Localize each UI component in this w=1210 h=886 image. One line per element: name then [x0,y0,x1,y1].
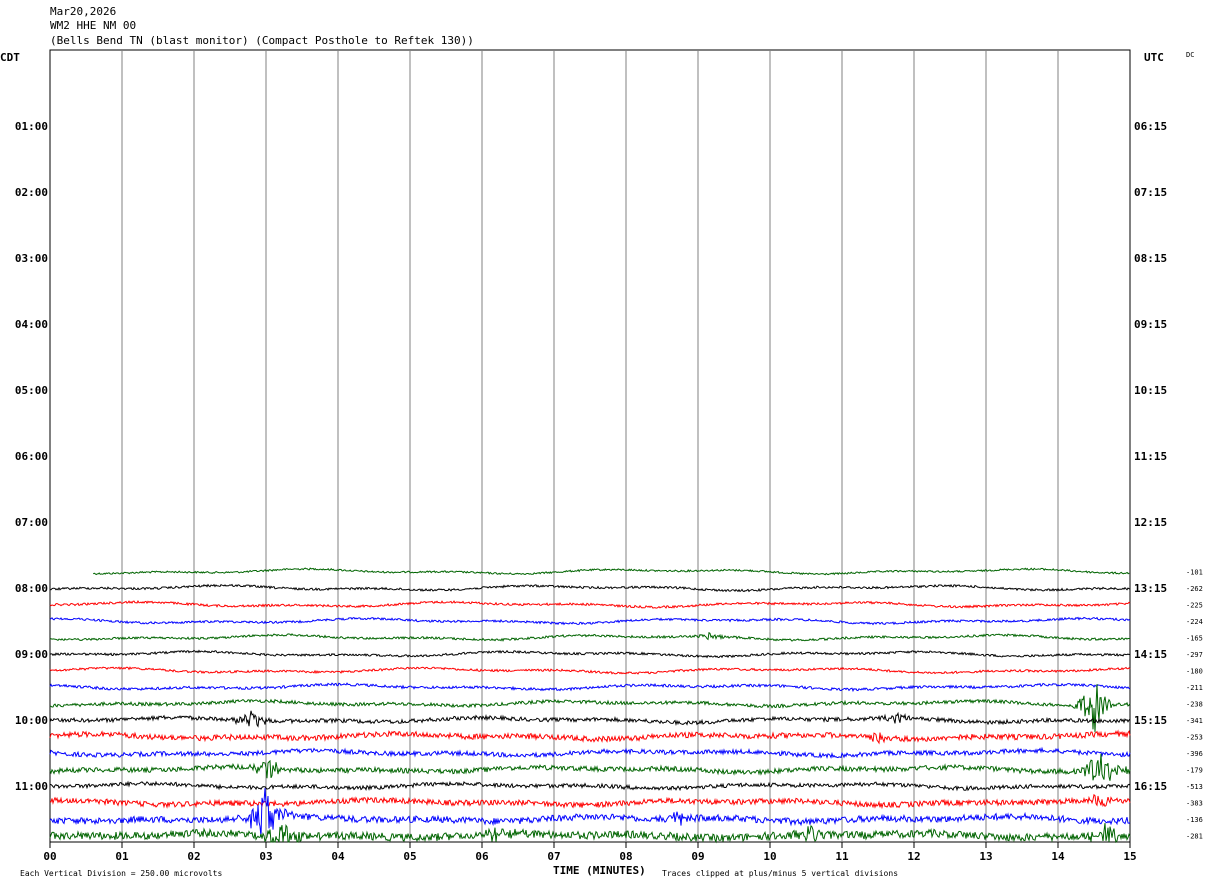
trace-offset-label: -281 [1186,833,1203,841]
x-tick-label: 11 [835,850,849,863]
trace-11:45 [49,822,1131,844]
right-time-labels: 06:15 07:15 08:15 09:15 10:15 11:15 12:15 13:15… [1134,120,1167,793]
left-time-label: 07:00 [15,516,48,529]
right-timezone-label: UTC [1144,51,1164,64]
left-time-label: 03:00 [15,252,48,265]
right-time-label: 08:15 [1134,252,1167,265]
x-tick-label: 14 [1051,850,1065,863]
left-time-label: 11:00 [15,780,48,793]
left-time-label: 02:00 [15,186,48,199]
trace-offset-label: -383 [1186,800,1203,808]
right-time-label: 15:15 [1134,714,1167,727]
trace-09:00 [49,649,1131,659]
x-tick-label: 08 [619,850,632,863]
x-tick-label: 12 [907,850,920,863]
left-time-label: 04:00 [15,318,48,331]
trace-offset-label: -297 [1186,651,1203,659]
left-time-label: 06:00 [15,450,48,463]
x-tick-label: 02 [187,850,200,863]
trace-09:45 [49,684,1131,733]
trace-offset-label: -224 [1186,618,1203,626]
trace-08:30 [49,616,1131,626]
trace-08:45 [49,631,1131,642]
trace-11:15 [49,793,1131,810]
x-tick-label: 03 [259,850,272,863]
clip-note: Traces clipped at plus/minus 5 vertical … [662,869,898,878]
left-time-label: 01:00 [15,120,48,133]
right-time-label: 13:15 [1134,582,1167,595]
trace-offset-label: -136 [1186,816,1203,824]
x-tick-labels: 00 01 02 03 04 05 06 07 08 09 10 11 12 13 14 15 [43,842,1137,863]
trace-offset-labels: -101 -262 -225 -224 -165 -297 -180 -211 -238 -341… [1186,569,1203,841]
trace-offset-label: -165 [1186,635,1203,643]
x-tick-label: 05 [403,850,416,863]
trace-offset-label: -396 [1186,750,1203,758]
trace-11:30 [49,788,1131,837]
trace-10:30 [49,746,1131,760]
trace-offset-label: -262 [1186,585,1203,593]
helicorder-plot: 00 01 02 03 04 05 06 07 08 09 10 11 12 13 14 15 01:00 02… [0,49,1203,878]
plot-frame [49,49,1131,843]
grid-lines [121,50,1059,842]
trace-10:15 [49,729,1131,745]
right-time-label: 07:15 [1134,186,1167,199]
x-tick-label: 06 [475,850,489,863]
right-time-label: 11:15 [1134,450,1167,463]
left-time-label: 05:00 [15,384,48,397]
trace-offset-label: -238 [1186,701,1203,709]
trace-11:00 [49,780,1131,792]
trace-offset-label: -225 [1186,602,1203,610]
trace-10:00 [49,710,1131,728]
trace-08:15 [49,599,1131,609]
x-tick-label: 13 [979,850,992,863]
x-tick-label: 07 [547,850,560,863]
left-time-labels: 01:00 02:00 03:00 04:00 05:00 06:00 07:00 08:00… [15,120,48,793]
trace-09:30 [49,682,1131,693]
right-time-label: 09:15 [1134,318,1167,331]
trace-offset-label: -211 [1186,684,1203,692]
seismic-traces [49,567,1131,844]
x-tick-label: 01 [115,850,129,863]
right-time-label: 12:15 [1134,516,1167,529]
trace-07:45 [92,567,1130,576]
dc-label: DC [1186,51,1194,59]
right-time-label: 10:15 [1134,384,1167,397]
left-time-label: 10:00 [15,714,48,727]
x-tick-label: 15 [1123,850,1136,863]
x-axis-title: TIME (MINUTES) [553,864,646,877]
left-timezone-label: CDT [0,51,20,64]
left-time-label: 09:00 [15,648,48,661]
trace-offset-label: -341 [1186,717,1203,725]
trace-offset-label: -253 [1186,734,1203,742]
trace-offset-label: -513 [1186,783,1203,791]
x-tick-label: 09 [691,850,704,863]
trace-09:15 [49,666,1131,675]
x-tick-label: 10 [763,850,776,863]
trace-offset-label: -179 [1186,767,1203,775]
left-time-label: 08:00 [15,582,48,595]
x-tick-label: 00 [43,850,56,863]
right-time-label: 06:15 [1134,120,1167,133]
scale-note: Each Vertical Division = 250.00 microvol… [20,869,222,878]
trace-08:00 [49,583,1131,593]
right-time-label: 14:15 [1134,648,1167,661]
trace-offset-label: -180 [1186,668,1203,676]
x-tick-label: 04 [331,850,345,863]
right-time-label: 16:15 [1134,780,1167,793]
trace-offset-label: -101 [1186,569,1203,577]
trace-10:45 [49,753,1131,781]
